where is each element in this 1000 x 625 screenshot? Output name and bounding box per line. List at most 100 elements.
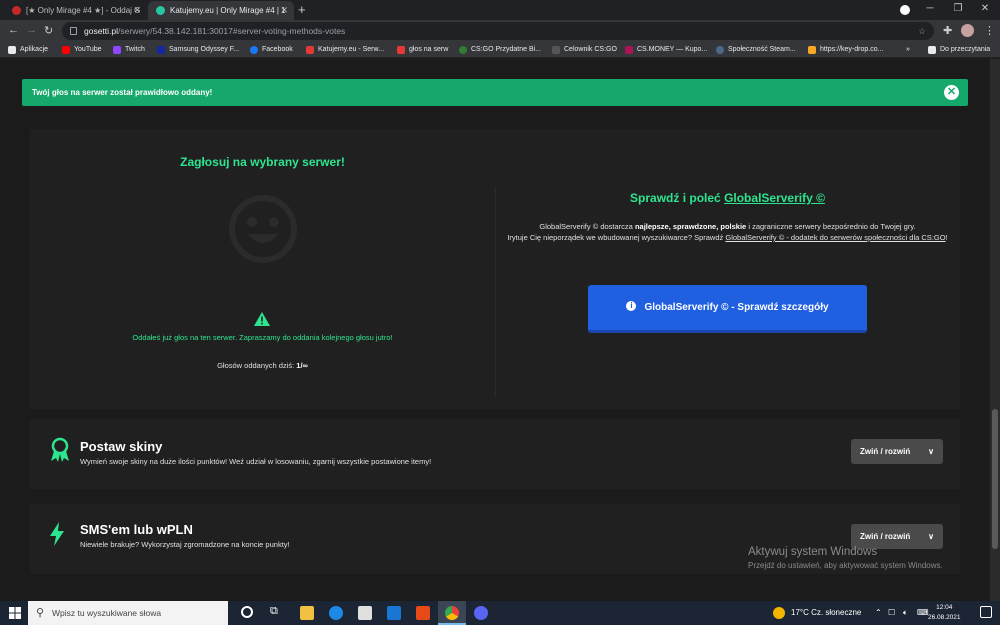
gs-button-label: GlobalServerify © - Sprawdź szczegóły [644,302,829,313]
menu-icon[interactable]: ⋮ [984,24,995,37]
tab-only-mirage[interactable]: [★ Only Mirage #4 ★] - Oddaj G ✕ [4,1,147,20]
clock-date: 26.08.2021 [928,614,961,621]
weather-text[interactable]: 17°C Cz. słoneczne [791,601,861,625]
bookmark-label: Aplikacje [20,46,49,53]
bookmark-steam[interactable]: Społeczność Steam... [716,44,796,56]
bookmark-label: Katujemy.eu - Serw... [318,46,385,53]
close-window-icon[interactable]: ✕ [970,3,1000,14]
page-icon [552,46,560,54]
warning-icon [254,312,270,326]
csgo-icon [459,46,467,54]
back-icon[interactable]: ← [8,24,19,36]
bookmark-star-icon[interactable]: ☆ [918,22,926,40]
bookmark-keydrop[interactable]: https://key-drop.co... [808,44,883,56]
notifications-icon[interactable] [980,606,992,618]
page-scrollbar[interactable] [990,59,1000,601]
vote-title: Zagłosuj na wybrany serwer! [180,155,345,169]
discord-icon[interactable] [474,606,488,620]
bookmark-label: Celownik CS:GO [564,46,617,53]
chevron-down-icon: ∨ [928,447,934,456]
cortana-icon[interactable] [241,606,253,618]
bookmark-twitch[interactable]: Twitch [113,44,145,56]
bookmark-csmoney[interactable]: CS.MONEY — Kupo... [625,44,707,56]
reload-icon[interactable]: ↻ [44,24,53,37]
lightning-icon [50,522,64,546]
gs-desc-text: Irytuje Cię nieporządek we wbudowanej wy… [507,233,726,242]
apps-grid-icon [8,46,16,54]
browser-tab-strip: [★ Only Mirage #4 ★] - Oddaj G ✕ Katujem… [0,0,1000,20]
chevron-down-icon: ∨ [928,532,934,541]
search-placeholder: Wpisz tu wyszukiwane słowa [52,608,162,618]
gs-desc-text: ! [945,233,948,242]
address-bar[interactable]: gosetti.pl/serwery/54.38.142.181:30017#s… [62,22,934,40]
tray-chevron-icon[interactable]: ⌃ [875,601,882,625]
bookmark-youtube[interactable]: YouTube [62,44,102,56]
language-icon[interactable]: ⌨ [917,601,929,625]
toggle-label: Zwiń / rozwiń [860,447,911,456]
forward-icon[interactable]: → [26,24,37,36]
windows-taskbar: ⚲ Wpisz tu wyszukiwane słowa ⧉ 17°C Cz. … [0,601,1000,625]
facebook-icon [250,46,258,54]
bookmark-reading[interactable]: Do przeczytania [928,44,990,56]
edge-icon[interactable] [329,606,343,620]
minimize-icon[interactable]: ─ [915,3,945,14]
mail-icon[interactable] [387,606,401,620]
section-title: Postaw skiny [80,439,163,454]
tab-favicon-icon [156,6,165,15]
bookmark-glos[interactable]: głos na serw [397,44,448,56]
weather-sun-icon[interactable] [773,607,785,619]
section-subtitle: Wymień swoje skiny na duże ilości punktó… [80,457,432,466]
windows-start-icon[interactable] [9,607,21,619]
task-view-icon[interactable]: ⧉ [270,605,278,618]
browser-toolbar: ← → ↻ gosetti.pl/serwery/54.38.142.181:3… [0,20,1000,42]
bookmarks-overflow[interactable]: » [906,44,910,56]
windows-activation-title: Aktywuj system Windows [748,546,878,558]
bookmark-katujemy[interactable]: Katujemy.eu - Serw... [306,44,384,56]
gs-desc-link[interactable]: GlobalServerify © - dodatek do serwerów … [725,233,945,242]
system-clock[interactable]: 12:04 26.08.2021 [928,603,961,623]
bookmark-celownik[interactable]: Celownik CS:GO [552,44,617,56]
windows-activation-subtitle: Przejdź do ustawień, aby aktywować syste… [748,561,943,570]
tab-favicon-icon [12,6,21,15]
section-postaw-skiny: Postaw skiny Wymień swoje skiny na duże … [30,419,960,489]
profile-dot-icon[interactable] [900,5,910,15]
tab-katujemy[interactable]: Katujemy.eu | Only Mirage #4 | 1 ✕ [148,1,294,20]
tab-title: [★ Only Mirage #4 ★] - Oddaj G [26,6,141,15]
network-icon[interactable]: ☐ [888,601,895,625]
votes-today: Głosów oddanych dziś: 1/∞ [30,361,495,370]
bookmark-label: https://key-drop.co... [820,46,884,53]
page-content: Twój głos na serwer został prawidłowo od… [0,59,990,601]
votes-today-label: Głosów oddanych dziś: [217,361,295,370]
restore-icon[interactable]: ❐ [943,3,973,14]
store-icon[interactable] [358,606,372,620]
taskbar-search-input[interactable]: ⚲ Wpisz tu wyszukiwane słowa [28,601,228,625]
gs-title-link[interactable]: GlobalServerify © [724,191,825,205]
close-tab-icon[interactable]: ✕ [133,1,141,20]
bookmark-label: Społeczność Steam... [728,46,796,53]
panel-divider [495,187,496,397]
globalserverify-details-button[interactable]: i GlobalServerify © - Sprawdź szczegóły [588,285,867,333]
bookmark-csgo[interactable]: CS:GO Przydatne Bi... [459,44,541,56]
avatar[interactable] [961,24,974,37]
youtube-icon [62,46,70,54]
collapse-expand-button[interactable]: Zwiń / rozwiń ∨ [851,439,943,464]
bookmark-label: YouTube [74,46,102,53]
keydrop-icon [808,46,816,54]
info-icon: i [626,301,637,312]
office-icon[interactable] [416,606,430,620]
section-title: SMS'em lub wPLN [80,522,193,537]
scrollbar-thumb[interactable] [992,409,998,549]
new-tab-button[interactable]: + [298,2,306,17]
katujemy-icon [397,46,405,54]
extensions-icon[interactable]: ✚ [943,24,952,37]
volume-icon[interactable]: 🔈︎ [903,601,908,625]
globalserverify-title: Sprawdź i poleć GlobalServerify © [495,191,960,205]
bookmark-samsung[interactable]: Samsung Odyssey F... [157,44,239,56]
chrome-taskbar-button[interactable] [438,601,466,625]
bookmark-label: głos na serw [409,46,449,53]
bookmark-apps[interactable]: Aplikacje [8,44,48,56]
file-explorer-icon[interactable] [300,606,314,620]
bookmark-facebook[interactable]: Facebook [250,44,293,56]
close-tab-icon[interactable]: ✕ [280,1,288,20]
close-alert-icon[interactable]: ✕ [944,85,959,100]
